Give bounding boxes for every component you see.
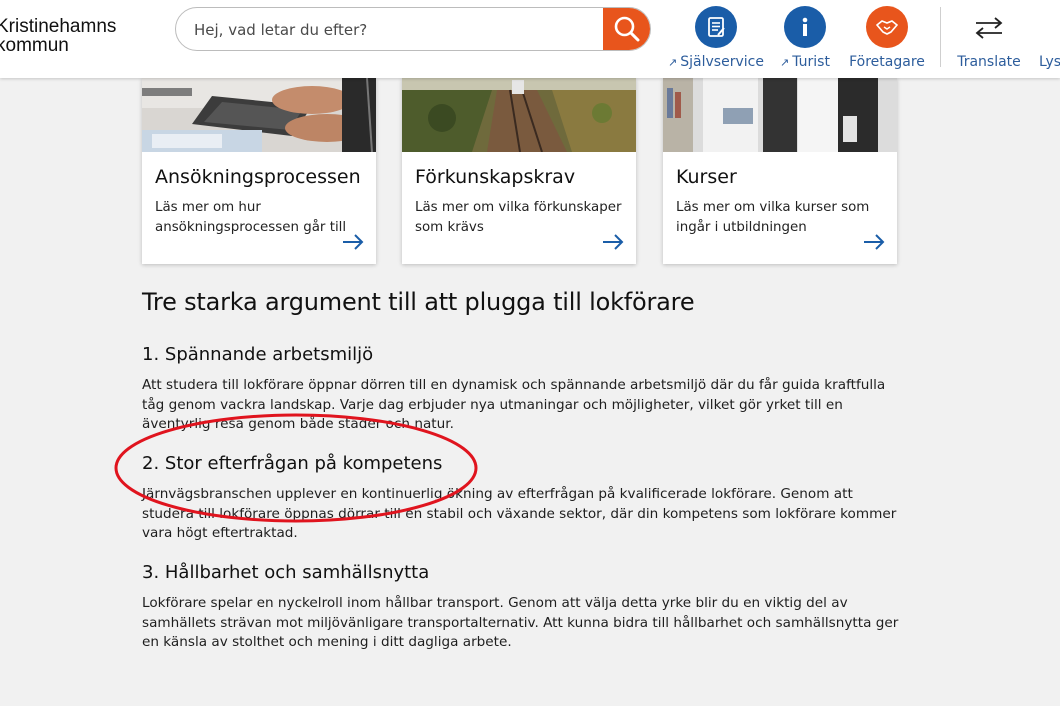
- search-button[interactable]: [603, 8, 650, 50]
- search-input[interactable]: [192, 8, 596, 50]
- external-link-icon: ↗: [780, 56, 790, 69]
- translate-button[interactable]: Translate: [956, 6, 1022, 70]
- site-header: Kristinehamns kommun ↗Självservice: [0, 0, 1060, 78]
- service-label: Turist: [792, 54, 830, 70]
- card-text: Läs mer om vilka förkunskaper som krävs: [415, 200, 622, 235]
- keyboard-photo: [142, 78, 376, 152]
- listen-label: Lys: [1039, 54, 1060, 70]
- card-text: Läs mer om vilka kurser som ingår i utbi…: [676, 200, 870, 235]
- listen-button[interactable]: Lys: [1032, 6, 1060, 70]
- document-list-icon: [695, 6, 737, 48]
- service-link-sjalvservice[interactable]: ↗ Självservice: [668, 6, 764, 70]
- section-title: 1. Spännande arbetsmiljö: [142, 344, 374, 365]
- site-logo[interactable]: Kristinehamns kommun: [0, 17, 116, 55]
- service-label: Företagare: [849, 54, 925, 70]
- arrow-right-icon: [864, 234, 885, 250]
- handshake-icon: [866, 6, 908, 48]
- section-body: Järnvägsbranschen upplever en kontinuerl…: [142, 486, 897, 541]
- translate-label: Translate: [957, 54, 1021, 70]
- info-icon: [784, 6, 826, 48]
- swap-arrows-icon: [956, 6, 1022, 48]
- card-text: Läs mer om hur ansökningsprocessen går t…: [155, 200, 347, 235]
- section-title: 2. Stor efterfrågan på kompetens: [142, 453, 443, 474]
- search-icon: [614, 16, 640, 42]
- section-title: 3. Hållbarhet och samhällsnytta: [142, 562, 430, 583]
- card-title: Förkunskapskrav: [415, 166, 576, 188]
- external-link-icon: ↗: [668, 56, 678, 69]
- arrow-right-icon: [603, 234, 624, 250]
- service-label: Självservice: [680, 54, 764, 70]
- card-kurser[interactable]: Kurser Läs mer om vilka kurser som ingår…: [663, 78, 897, 264]
- logo-line-1: Kristinehamns: [0, 16, 117, 37]
- service-link-foretagare[interactable]: Företagare: [848, 6, 926, 70]
- section-body: Lokförare spelar en nyckelroll inom håll…: [142, 595, 899, 650]
- logo-line-2: kommun: [0, 35, 69, 56]
- section-body: Att studera till lokförare öppnar dörren…: [142, 377, 886, 432]
- card-title: Ansökningsprocessen: [155, 166, 361, 188]
- header-divider: [940, 7, 941, 67]
- train-aerial-photo: [402, 78, 636, 152]
- service-link-turist[interactable]: ↗ Turist: [776, 6, 834, 70]
- article: Tre starka argument till att plugga till…: [142, 288, 902, 650]
- search-bar: [175, 7, 651, 51]
- card-title: Kurser: [676, 166, 737, 188]
- card-forkunskapskrav[interactable]: Förkunskapskrav Läs mer om vilka förkuns…: [402, 78, 636, 264]
- students-photo: [663, 78, 897, 152]
- article-heading: Tre starka argument till att plugga till…: [142, 288, 695, 316]
- arrow-right-icon: [343, 234, 364, 250]
- card-ansokningsprocessen[interactable]: Ansökningsprocessen Läs mer om hur ansök…: [142, 78, 376, 264]
